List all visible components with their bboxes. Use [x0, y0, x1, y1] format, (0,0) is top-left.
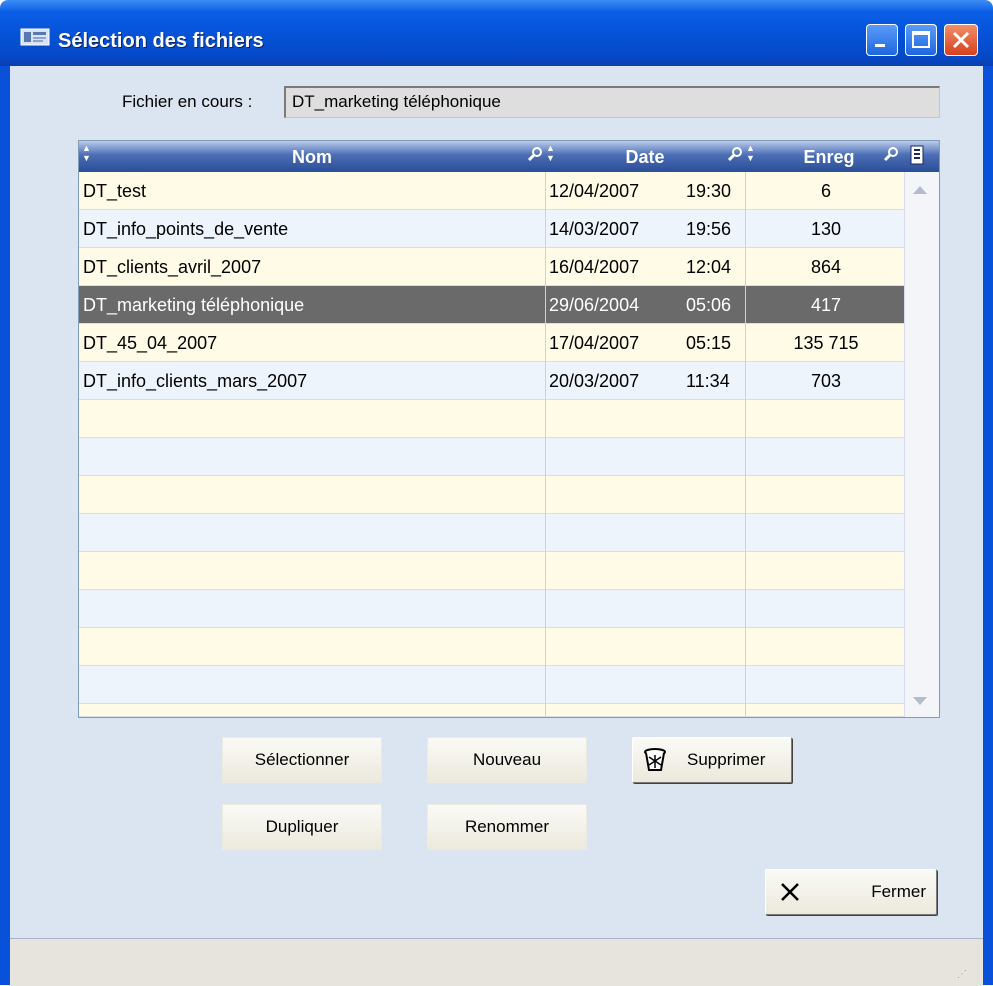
close-button[interactable]: Fermer	[765, 869, 937, 915]
cell-name: DT_clients_avril_2007	[83, 257, 262, 277]
cell-records: 130	[810, 219, 842, 239]
cell-time: 19:56	[686, 219, 732, 239]
rename-button[interactable]: Renommer	[427, 804, 587, 850]
close-icon	[952, 31, 970, 49]
empty-row[interactable]	[79, 628, 904, 666]
cell-time: 05:15	[686, 333, 732, 353]
window-frame-left	[0, 66, 10, 985]
delete-button-label: Supprimer	[687, 750, 766, 769]
table-row[interactable]: DT_test 12/04/2007 19:30 6	[79, 172, 904, 210]
sort-icon[interactable]: ▲ ▼	[746, 143, 755, 163]
cell-date: 29/06/2004	[549, 295, 640, 315]
scroll-up-icon[interactable]	[913, 186, 927, 194]
column-divider	[745, 172, 746, 717]
table-row-selected[interactable]: DT_marketing téléphonique 29/06/2004 05:…	[79, 286, 904, 324]
cell-name: DT_test	[83, 181, 147, 201]
cell-records: 864	[810, 257, 842, 277]
search-icon[interactable]	[883, 146, 899, 162]
current-file-label: Fichier en cours :	[122, 92, 253, 111]
trash-icon	[644, 748, 666, 771]
window-title: Sélection des fichiers	[58, 30, 264, 52]
empty-row[interactable]	[79, 476, 904, 514]
table-header: ▲ ▼ Nom ▲ ▼ Date ▲ ▼ Enreg	[79, 141, 939, 172]
column-header-date[interactable]: Date	[545, 141, 745, 172]
cell-time: 19:30	[686, 181, 732, 201]
cell-records: 417	[810, 295, 842, 315]
table-row[interactable]: DT_info_clients_mars_2007 20/03/2007 11:…	[79, 362, 904, 400]
delete-button[interactable]: Supprimer	[632, 737, 792, 783]
search-icon[interactable]	[727, 146, 743, 162]
cell-records: 135 715	[793, 333, 859, 353]
export-icon[interactable]	[907, 144, 927, 166]
current-file-field: DT_marketing téléphonique	[284, 86, 940, 118]
app-window-icon	[20, 28, 50, 46]
cell-date: 14/03/2007	[549, 219, 640, 239]
window-frame-right	[983, 66, 993, 985]
column-divider	[545, 172, 546, 717]
status-bar: ⋰	[10, 938, 983, 986]
empty-row[interactable]	[79, 400, 904, 438]
select-button[interactable]: Sélectionner	[222, 737, 382, 783]
scroll-down-icon[interactable]	[913, 697, 927, 705]
minimize-icon	[875, 44, 885, 47]
minimize-button[interactable]	[866, 24, 898, 56]
table-row[interactable]: DT_info_points_de_vente 14/03/2007 19:56…	[79, 210, 904, 248]
cell-name: DT_45_04_2007	[83, 333, 218, 353]
empty-row[interactable]	[79, 666, 904, 704]
search-icon[interactable]	[527, 146, 543, 162]
cell-date: 16/04/2007	[549, 257, 640, 277]
cell-name: DT_info_clients_mars_2007	[83, 371, 308, 391]
cell-records: 6	[820, 181, 831, 201]
title-bar[interactable]: Sélection des fichiers	[0, 0, 993, 66]
file-table: ▲ ▼ Nom ▲ ▼ Date ▲ ▼ Enreg DT_test 12/04…	[78, 140, 940, 718]
empty-row[interactable]	[79, 438, 904, 476]
file-selection-window: Sélection des fichiers Fichier en cours …	[0, 0, 993, 986]
vertical-scrollbar[interactable]	[904, 172, 939, 717]
table-row[interactable]: DT_clients_avril_2007 16/04/2007 12:04 8…	[79, 248, 904, 286]
maximize-icon	[912, 31, 930, 48]
maximize-button[interactable]	[905, 24, 937, 56]
cell-records: 703	[810, 371, 842, 391]
cell-date: 17/04/2007	[549, 333, 640, 353]
empty-row[interactable]	[79, 704, 904, 717]
empty-row[interactable]	[79, 552, 904, 590]
close-x-icon	[781, 883, 799, 901]
empty-row[interactable]	[79, 514, 904, 552]
cell-name: DT_marketing téléphonique	[83, 295, 305, 315]
table-row[interactable]: DT_45_04_2007 17/04/2007 05:15 135 715	[79, 324, 904, 362]
close-window-button[interactable]	[944, 24, 978, 56]
resize-grip-icon[interactable]: ⋰	[957, 969, 967, 980]
new-button[interactable]: Nouveau	[427, 737, 587, 783]
empty-row[interactable]	[79, 590, 904, 628]
cell-date: 12/04/2007	[549, 181, 640, 201]
duplicate-button[interactable]: Dupliquer	[222, 804, 382, 850]
column-header-records[interactable]: Enreg	[769, 141, 889, 172]
close-button-label: Fermer	[871, 882, 926, 901]
cell-date: 20/03/2007	[549, 371, 640, 391]
cell-name: DT_info_points_de_vente	[83, 219, 289, 239]
column-header-name[interactable]: Nom	[79, 141, 545, 172]
cell-time: 11:34	[686, 371, 730, 391]
cell-time: 12:04	[686, 257, 732, 277]
cell-time: 05:06	[686, 295, 732, 315]
